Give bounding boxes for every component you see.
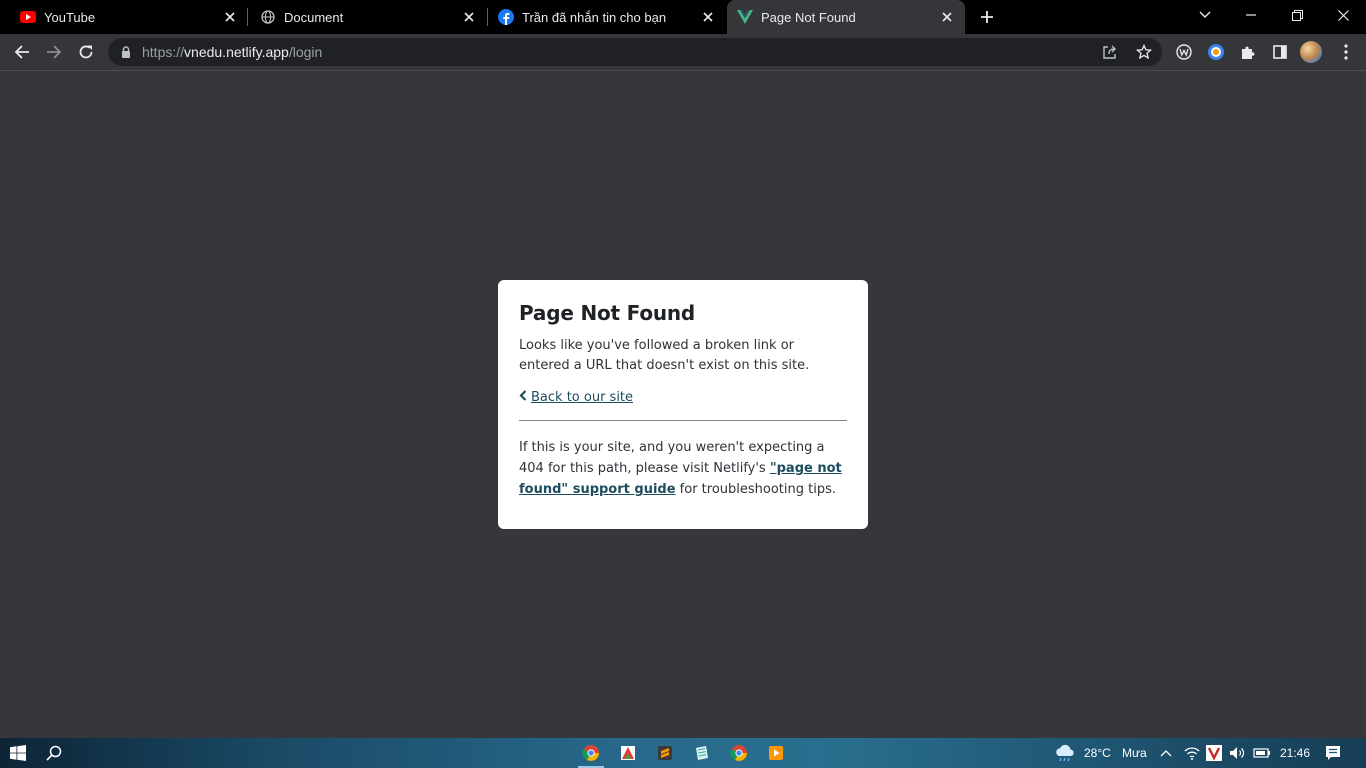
tab-title: Trần đã nhắn tin cho bạn — [522, 9, 667, 25]
search-icon[interactable] — [44, 743, 64, 763]
page-content: Page Not Found Looks like you've followe… — [0, 71, 1366, 738]
tab-title: YouTube — [44, 9, 96, 25]
not-found-message: Looks like you've followed a broken link… — [519, 338, 810, 373]
tab-youtube[interactable]: YouTube — [0, 0, 248, 34]
forward-arrow-icon[interactable] — [40, 38, 68, 66]
page-title: Page Not Found — [519, 301, 696, 325]
help-text-after: for troubleshooting tips. — [675, 482, 836, 497]
side-panel-icon[interactable] — [1270, 42, 1290, 62]
weather-cloud-rain-icon[interactable] — [1053, 743, 1077, 763]
share-icon[interactable] — [1100, 42, 1120, 62]
tab-strip: YouTube Document Trần đã nhắn tin cho bạ… — [0, 0, 1366, 34]
close-icon[interactable] — [939, 9, 955, 25]
sublime-text-icon[interactable] — [655, 743, 675, 763]
wifi-icon[interactable] — [1182, 743, 1202, 763]
extension-w-icon[interactable] — [1174, 42, 1194, 62]
browser-toolbar: https://vnedu.netlify.app/login — [0, 34, 1366, 70]
profile-avatar[interactable] — [1300, 41, 1322, 63]
chrome-secondary-icon[interactable] — [729, 743, 749, 763]
close-icon[interactable] — [222, 9, 238, 25]
globe-icon — [260, 9, 276, 25]
not-found-card: Page Not Found Looks like you've followe… — [498, 280, 868, 529]
chrome-taskbar-icon[interactable] — [581, 743, 601, 763]
back-arrow-icon[interactable] — [8, 38, 36, 66]
bookmark-star-icon[interactable] — [1134, 42, 1154, 62]
url-text[interactable]: https://vnedu.netlify.app/login — [142, 44, 322, 60]
divider — [519, 420, 847, 421]
facebook-icon — [498, 9, 514, 25]
netlify-help-text: If this is your site, and you weren't ex… — [519, 437, 847, 500]
antivirus-v-icon[interactable] — [1204, 743, 1224, 763]
tab-title: Document — [284, 9, 344, 25]
media-player-icon[interactable] — [766, 743, 786, 763]
restore-button[interactable] — [1274, 0, 1320, 30]
reload-icon[interactable] — [72, 38, 100, 66]
lock-icon[interactable] — [120, 45, 132, 59]
minimize-button[interactable] — [1228, 0, 1274, 30]
menu-dots-icon[interactable] — [1336, 40, 1356, 64]
speaker-icon[interactable] — [1227, 743, 1247, 763]
tab-facebook[interactable]: Trần đã nhắn tin cho bạn — [488, 0, 726, 34]
app-colorful-icon[interactable] — [618, 743, 638, 763]
windows-start-icon[interactable] — [8, 743, 28, 763]
weather-description: Mưa — [1122, 746, 1147, 760]
url-host: vnedu.netlify.app — [184, 44, 289, 60]
close-icon[interactable] — [700, 9, 716, 25]
extension-translate-icon[interactable] — [1206, 42, 1226, 62]
close-icon[interactable] — [461, 9, 477, 25]
notification-center-icon[interactable] — [1323, 743, 1343, 763]
tab-title: Page Not Found — [761, 9, 856, 25]
url-path: /login — [288, 44, 323, 60]
youtube-icon — [20, 9, 36, 25]
puzzle-extensions-icon[interactable] — [1238, 42, 1258, 62]
battery-icon[interactable] — [1252, 743, 1272, 763]
address-bar[interactable]: https://vnedu.netlify.app/login — [108, 38, 1162, 66]
tab-document[interactable]: Document — [248, 0, 487, 34]
weather-temperature: 28°C — [1084, 746, 1111, 760]
url-scheme: https:// — [142, 44, 185, 60]
notes-app-icon[interactable] — [692, 743, 712, 763]
windows-taskbar: 28°C Mưa 21:46 — [0, 738, 1366, 768]
clock-time[interactable]: 21:46 — [1280, 746, 1310, 760]
tab-page-not-found[interactable]: Page Not Found — [727, 0, 965, 34]
new-tab-button[interactable] — [976, 6, 998, 28]
chevron-left-icon — [519, 390, 527, 405]
back-to-site-link[interactable]: Back to our site — [531, 390, 633, 405]
vue-icon — [737, 9, 753, 25]
close-window-button[interactable] — [1320, 0, 1366, 30]
chevron-up-icon[interactable] — [1156, 743, 1176, 763]
back-link-row[interactable]: Back to our site — [519, 390, 847, 405]
tab-search-chevron-icon[interactable] — [1182, 0, 1228, 30]
